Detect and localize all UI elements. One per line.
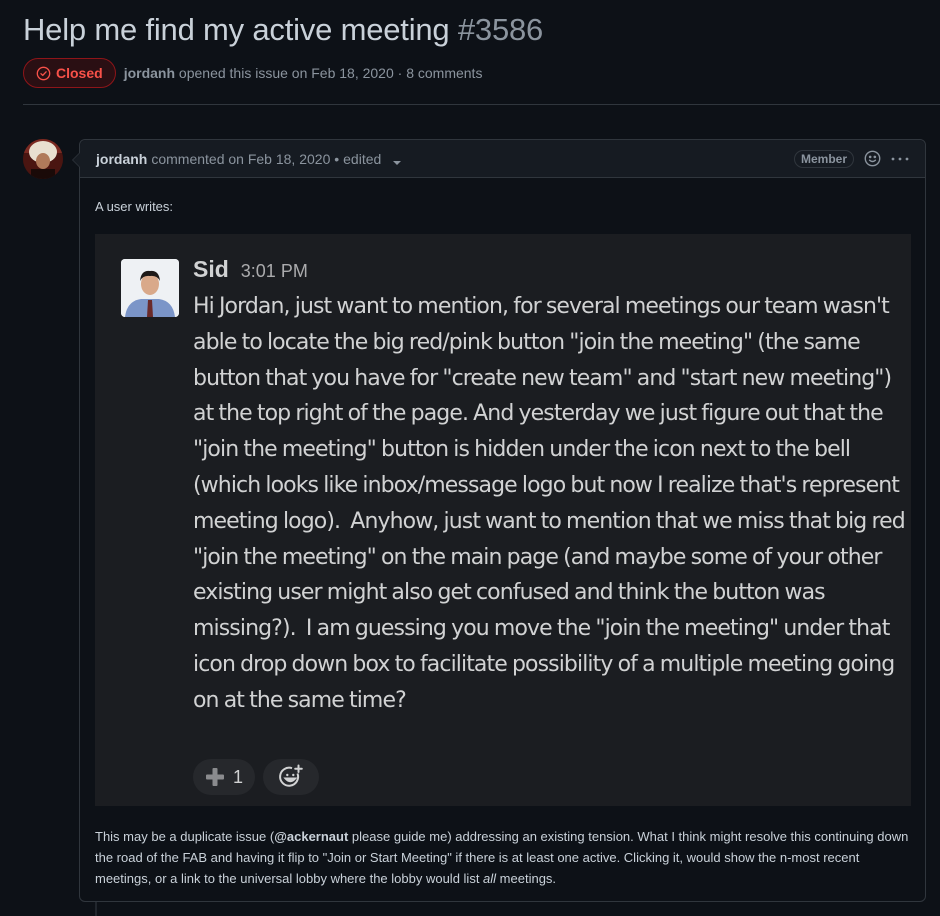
emphasis-text: all (483, 871, 497, 886)
quoted-user-name: Sid (193, 256, 229, 282)
commenter-avatar[interactable] (23, 139, 63, 179)
quoted-reactions: 1 (193, 759, 320, 795)
heavy-plus-icon (206, 768, 224, 786)
add-reaction-pill (263, 759, 320, 795)
avatar-image (23, 139, 63, 179)
add-reaction-button[interactable] (864, 150, 881, 167)
quoted-timestamp: 3:01 PM (240, 261, 308, 281)
kebab-horizontal-icon (891, 157, 909, 160)
timeline-connector (95, 902, 97, 916)
issue-meta: Closed jordanh opened this issue on Feb … (23, 57, 482, 89)
comment-text-part: meetings. (496, 871, 557, 886)
smiley-icon (864, 150, 881, 167)
comment-text: This may be a duplicate issue (@ackernau… (95, 826, 915, 889)
edited-label: edited (343, 150, 382, 167)
state-label: Closed (56, 65, 103, 81)
opened-text: opened this issue on Feb 18, 2020 · 8 co… (178, 65, 483, 81)
reaction-count: 1 (233, 766, 244, 787)
header-divider (23, 104, 940, 105)
edited-dropdown[interactable]: edited (343, 150, 402, 167)
comment-action-text: commented on Feb 18, 2020 • (151, 150, 340, 167)
add-reaction-icon (279, 764, 303, 787)
quoted-message-header: Sid 3:01 PM (193, 256, 308, 283)
reaction-pill: 1 (193, 759, 256, 795)
issue-opened-info: jordanh opened this issue on Feb 18, 202… (124, 65, 483, 81)
issue-title: Help me find my active meeting #3586 (23, 10, 543, 50)
comment-card: jordanh commented on Feb 18, 2020 • edit… (72, 139, 926, 902)
comment-body: A user writes: Sid 3:01 PM Hi Jordan, ju… (80, 178, 925, 889)
issue-title-text: Help me find my active meeting (23, 12, 450, 47)
comment-header: jordanh commented on Feb 18, 2020 • edit… (80, 140, 925, 178)
comment-text-part: This may be a duplicate issue ( (95, 829, 275, 844)
check-circle-icon (36, 66, 51, 80)
comment-author-link[interactable]: jordanh (96, 151, 147, 167)
user-mention-link[interactable]: @ackernaut (274, 829, 348, 844)
quoted-message-text: Hi Jordan, just want to mention, for sev… (193, 294, 910, 713)
chevron-down-icon (393, 160, 402, 165)
comment-options-button[interactable] (891, 154, 909, 164)
member-badge: Member (793, 149, 854, 168)
quoted-user-avatar (121, 259, 179, 317)
quoted-screenshot: Sid 3:01 PM Hi Jordan, just want to ment… (95, 234, 911, 806)
comment-intro: A user writes: (95, 199, 174, 214)
avatar-image (121, 259, 179, 317)
issue-number: #3586 (457, 12, 544, 47)
issue-author-link[interactable]: jordanh (124, 65, 175, 81)
state-badge: Closed (23, 58, 116, 88)
